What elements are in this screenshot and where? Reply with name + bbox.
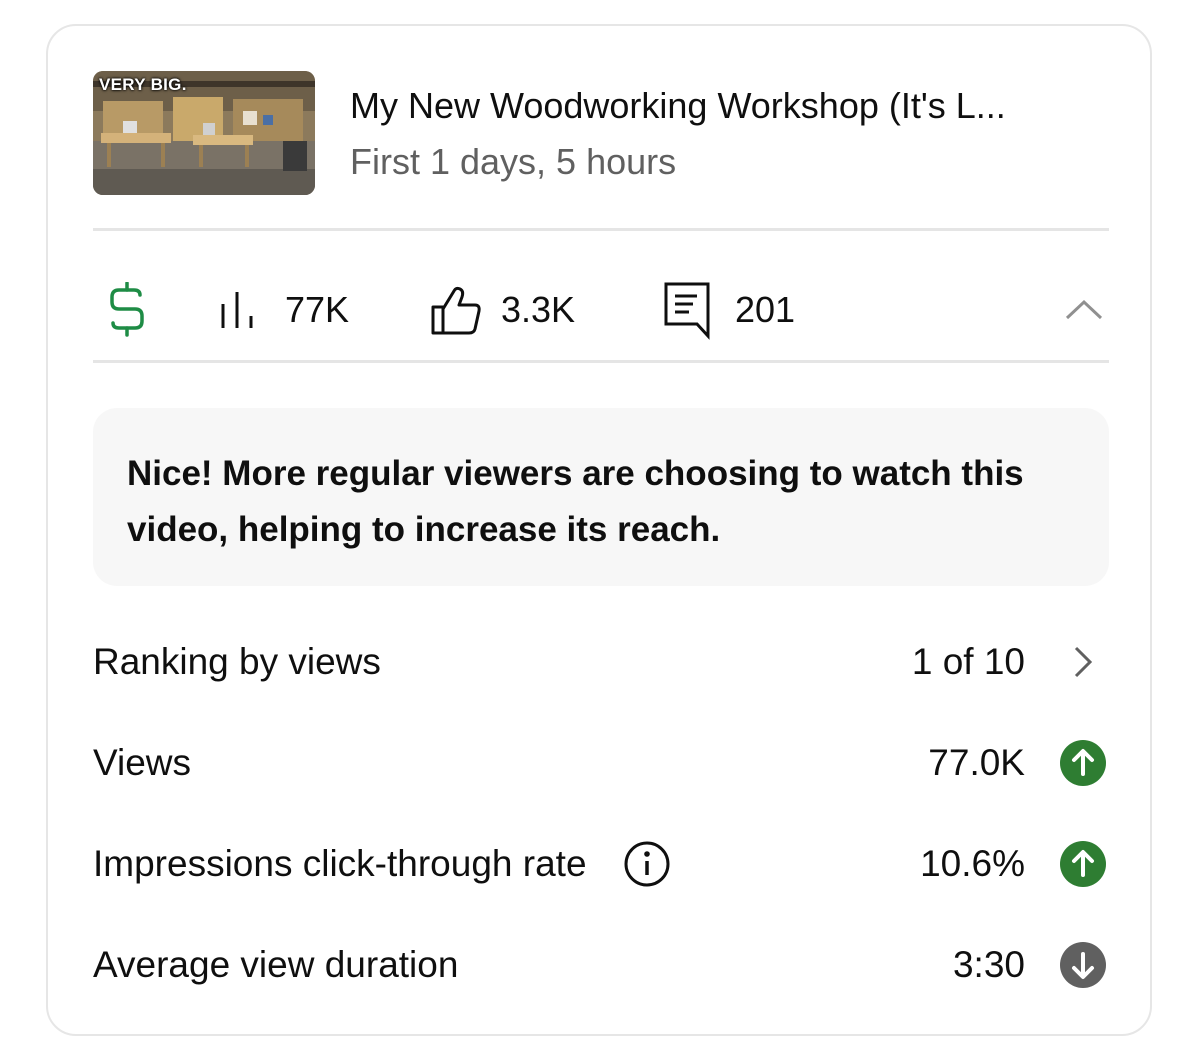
- chevron-up-icon: [1065, 299, 1103, 320]
- metric-value: 3:30: [952, 944, 1025, 985]
- info-icon: [624, 841, 670, 887]
- dollar-icon: [110, 282, 144, 337]
- views-row: Views 77.0K: [93, 733, 1109, 793]
- video-stats-row: 77K 3.3K 201: [93, 260, 1109, 360]
- metric-value: 10.6%: [920, 843, 1025, 884]
- video-time-range: First 1 days, 5 hours: [350, 141, 677, 182]
- arrow-up-circle-icon: [1060, 841, 1106, 887]
- trend-indicator: [1059, 941, 1107, 989]
- metric-value: 1 of 10: [911, 641, 1025, 682]
- thumbnail-caption: VERY BIG.: [99, 75, 187, 94]
- video-analytics-card: VERY BIG. My New Woodworking Workshop (I…: [46, 24, 1152, 1036]
- collapse-button[interactable]: [1059, 288, 1109, 332]
- chevron-right-button[interactable]: [1059, 638, 1107, 686]
- insight-box: Nice! More regular viewers are choosing …: [93, 408, 1109, 586]
- comments-count: 201: [735, 289, 796, 330]
- arrow-up-circle-icon: [1060, 740, 1106, 786]
- comment-icon: [664, 282, 710, 340]
- trend-indicator: [1059, 739, 1107, 787]
- insight-text: Nice! More regular viewers are choosing …: [127, 454, 1024, 549]
- divider: [93, 360, 1109, 363]
- monetization-stat: [107, 260, 147, 360]
- views-stat: 77K: [217, 260, 349, 360]
- views-count: 77K: [285, 289, 350, 330]
- metric-label: Views: [93, 742, 192, 783]
- metric-label: Ranking by views: [93, 641, 381, 682]
- video-title[interactable]: My New Woodworking Workshop (It's L...: [350, 84, 1110, 128]
- trend-indicator: [1059, 840, 1107, 888]
- chevron-right-icon: [1074, 646, 1093, 678]
- bar-chart-icon: [221, 292, 253, 328]
- arrow-down-circle-icon: [1060, 942, 1106, 988]
- metric-label: Impressions click-through rate: [93, 843, 587, 884]
- metric-value: 77.0K: [928, 742, 1025, 783]
- ctr-row: Impressions click-through rate 10.6%: [93, 834, 1109, 894]
- info-button[interactable]: [623, 840, 671, 888]
- likes-count: 3.3K: [501, 289, 576, 330]
- metric-label: Average view duration: [93, 944, 459, 985]
- avg-view-duration-row: Average view duration 3:30: [93, 935, 1109, 995]
- divider: [93, 228, 1109, 231]
- comments-stat: 201: [663, 260, 795, 360]
- video-thumbnail[interactable]: VERY BIG.: [93, 71, 315, 195]
- ranking-row[interactable]: Ranking by views 1 of 10: [93, 632, 1109, 692]
- thumbs-up-icon: [431, 286, 481, 335]
- likes-stat: 3.3K: [429, 260, 575, 360]
